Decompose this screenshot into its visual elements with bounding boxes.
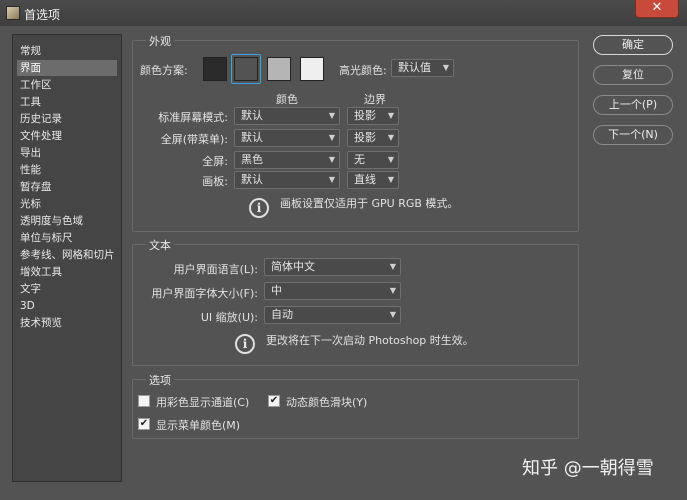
artboard-label: 画板:	[202, 175, 228, 188]
title-bar: 首选项 ✕	[0, 0, 687, 27]
color-channels-checkbox[interactable]	[138, 395, 150, 407]
fullscreen-menu-color-select[interactable]: 默认 ▼	[234, 129, 340, 147]
options-group-label: 选项	[146, 372, 174, 388]
menu-colors-checkbox[interactable]: ✔	[138, 418, 150, 430]
chevron-down-icon: ▼	[389, 262, 396, 271]
color-scheme-swatch-dark[interactable]	[234, 57, 258, 81]
column-header-border: 边界	[364, 93, 386, 106]
ok-button[interactable]: 确定	[593, 35, 673, 55]
appearance-group-label: 外观	[146, 33, 174, 49]
sidebar-item-interface[interactable]: 界面	[17, 60, 117, 76]
chevron-down-icon: ▼	[389, 310, 396, 319]
sidebar-item-workspace[interactable]: 工作区	[17, 77, 117, 93]
artboard-border-value: 直线	[354, 173, 376, 186]
sidebar-nav: 常规 界面 工作区 工具 历史记录 文件处理 导出 性能 暂存盘 光标 透明度与…	[12, 34, 122, 482]
sidebar-item-plugins[interactable]: 增效工具	[17, 264, 117, 280]
color-scheme-swatch-light[interactable]	[267, 57, 291, 81]
app-icon	[6, 6, 20, 20]
ui-scale-value: 自动	[271, 308, 293, 321]
chevron-down-icon: ▼	[328, 155, 335, 164]
chevron-down-icon: ▼	[387, 111, 394, 120]
info-icon: i	[249, 198, 269, 218]
standard-screen-border-select[interactable]: 投影 ▼	[347, 107, 399, 125]
standard-screen-color-select[interactable]: 默认 ▼	[234, 107, 340, 125]
chevron-down-icon: ▼	[387, 133, 394, 142]
standard-screen-color-value: 默认	[241, 109, 263, 122]
fullscreen-menu-border-select[interactable]: 投影 ▼	[347, 129, 399, 147]
sidebar-item-export[interactable]: 导出	[17, 145, 117, 161]
ui-scale-label: UI 缩放(U):	[200, 311, 258, 324]
sidebar-item-general[interactable]: 常规	[17, 43, 117, 59]
next-button[interactable]: 下一个(N)	[593, 125, 673, 145]
fullscreen-menu-label: 全屏(带菜单):	[160, 133, 228, 146]
column-header-color: 颜色	[276, 93, 298, 106]
chevron-down-icon: ▼	[328, 111, 335, 120]
dynamic-sliders-label: 动态颜色滑块(Y)	[286, 396, 368, 409]
highlight-color-select[interactable]: 默认值 ▼	[391, 59, 454, 77]
ui-font-size-value: 中	[271, 284, 282, 297]
color-scheme-swatch-darkest[interactable]	[203, 57, 227, 81]
sidebar-item-transparency[interactable]: 透明度与色域	[17, 213, 117, 229]
artboard-color-value: 默认	[241, 173, 263, 186]
dynamic-sliders-checkbox[interactable]: ✔	[268, 395, 280, 407]
fullscreen-border-select[interactable]: 无 ▼	[347, 151, 399, 169]
sidebar-item-3d[interactable]: 3D	[17, 298, 117, 314]
highlight-color-value: 默认值	[398, 61, 431, 74]
ui-language-label: 用户界面语言(L):	[173, 263, 258, 276]
fullscreen-border-value: 无	[354, 153, 365, 166]
ui-scale-select[interactable]: 自动 ▼	[264, 306, 401, 324]
sidebar-item-tech-preview[interactable]: 技术预览	[17, 315, 117, 331]
fullscreen-menu-border-value: 投影	[354, 131, 376, 144]
sidebar-item-cursors[interactable]: 光标	[17, 196, 117, 212]
text-group-label: 文本	[146, 237, 174, 253]
sidebar-item-guides-grid[interactable]: 参考线、网格和切片	[17, 247, 117, 263]
dialog-body: 常规 界面 工作区 工具 历史记录 文件处理 导出 性能 暂存盘 光标 透明度与…	[0, 26, 687, 500]
sidebar-item-scratch-disks[interactable]: 暂存盘	[17, 179, 117, 195]
info-icon: i	[235, 334, 255, 354]
previous-button[interactable]: 上一个(P)	[593, 95, 673, 115]
reset-button[interactable]: 复位	[593, 65, 673, 85]
ui-language-value: 简体中文	[271, 260, 315, 273]
chevron-down-icon: ▼	[387, 155, 394, 164]
menu-colors-label: 显示菜单颜色(M)	[156, 419, 241, 432]
standard-screen-border-value: 投影	[354, 109, 376, 122]
color-scheme-label: 颜色方案:	[140, 64, 188, 77]
chevron-down-icon: ▼	[442, 63, 449, 72]
sidebar-item-file-handling[interactable]: 文件处理	[17, 128, 117, 144]
artboard-color-select[interactable]: 默认 ▼	[234, 171, 340, 189]
sidebar-item-tools[interactable]: 工具	[17, 94, 117, 110]
ui-font-size-label: 用户界面字体大小(F):	[151, 287, 258, 300]
ui-font-size-select[interactable]: 中 ▼	[264, 282, 401, 300]
artboard-info-text: 画板设置仅适用于 GPU RGB 模式。	[280, 197, 459, 210]
chevron-down-icon: ▼	[328, 133, 335, 142]
standard-screen-label: 标准屏幕模式:	[158, 111, 228, 124]
fullscreen-color-select[interactable]: 黑色 ▼	[234, 151, 340, 169]
sidebar-item-type[interactable]: 文字	[17, 281, 117, 297]
color-channels-label: 用彩色显示通道(C)	[156, 396, 250, 409]
sidebar-item-history[interactable]: 历史记录	[17, 111, 117, 127]
window-title: 首选项	[24, 8, 61, 22]
ui-language-select[interactable]: 简体中文 ▼	[264, 258, 401, 276]
chevron-down-icon: ▼	[387, 175, 394, 184]
close-button[interactable]: ✕	[635, 0, 679, 18]
watermark: 知乎 @一朝得雪	[522, 458, 654, 479]
color-scheme-swatch-lightest[interactable]	[300, 57, 324, 81]
highlight-color-label: 高光颜色:	[339, 64, 387, 77]
sidebar-item-performance[interactable]: 性能	[17, 162, 117, 178]
chevron-down-icon: ▼	[328, 175, 335, 184]
fullscreen-menu-color-value: 默认	[241, 131, 263, 144]
sidebar-item-units-rulers[interactable]: 单位与标尺	[17, 230, 117, 246]
restart-info-text: 更改将在下一次启动 Photoshop 时生效。	[266, 334, 474, 347]
fullscreen-label: 全屏:	[202, 155, 228, 168]
chevron-down-icon: ▼	[389, 286, 396, 295]
artboard-border-select[interactable]: 直线 ▼	[347, 171, 399, 189]
fullscreen-color-value: 黑色	[241, 153, 263, 166]
